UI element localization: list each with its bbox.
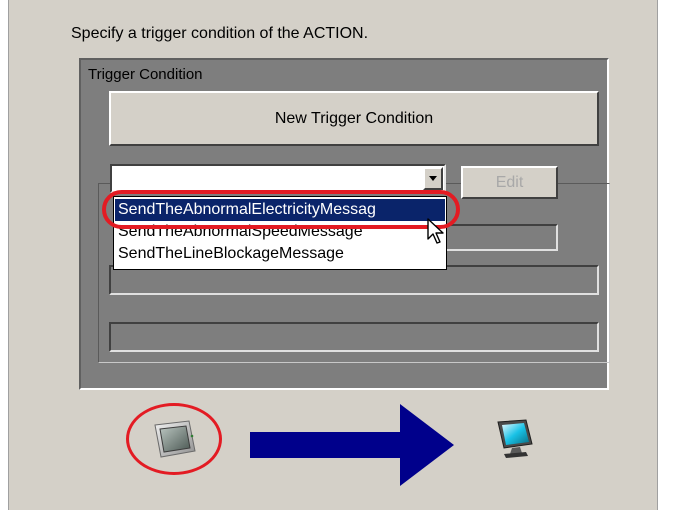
window-right-edge <box>657 0 679 510</box>
arrow-right-icon <box>250 404 454 486</box>
selection-highlight-oval <box>102 190 460 229</box>
dropdown-option[interactable]: SendTheLineBlockageMessage <box>115 243 445 265</box>
combo-dropdown-button[interactable] <box>423 167 443 190</box>
instruction-text: Specify a trigger condition of the ACTIO… <box>71 25 369 42</box>
display-device-icon <box>154 420 196 458</box>
trigger-condition-title: Trigger Condition <box>88 66 203 83</box>
window-left-edge <box>0 0 9 510</box>
detail-field-3 <box>109 322 599 352</box>
detail-field-1 <box>433 224 558 251</box>
trigger-condition-combobox[interactable] <box>110 164 446 193</box>
mouse-pointer-icon <box>427 218 444 244</box>
new-trigger-condition-button[interactable]: New Trigger Condition <box>109 91 599 146</box>
chevron-down-icon <box>429 175 437 181</box>
computer-monitor-icon <box>497 419 533 458</box>
edit-button[interactable]: Edit <box>461 166 558 199</box>
